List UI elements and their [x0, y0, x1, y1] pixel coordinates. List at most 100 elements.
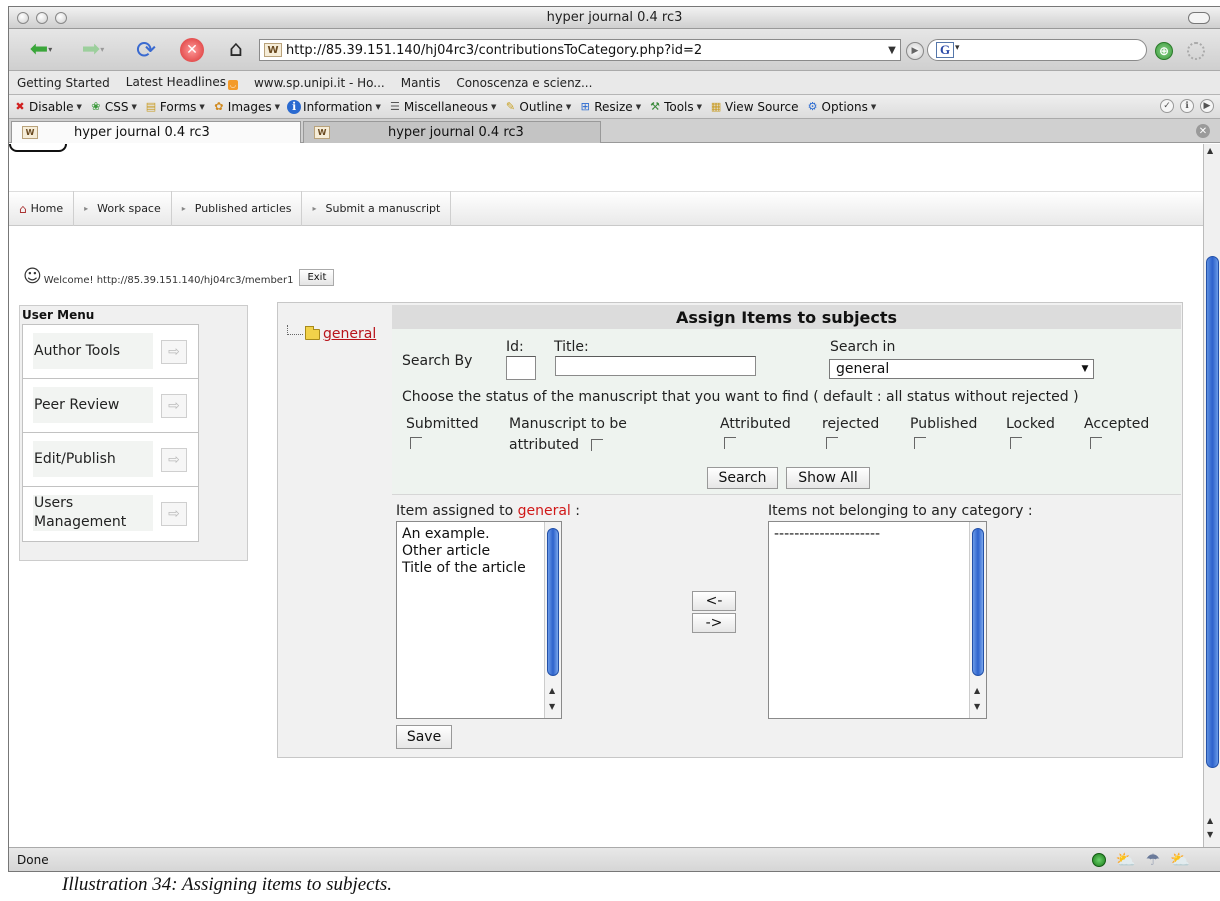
nav-home[interactable]: ⌂ Home [9, 191, 75, 226]
move-right-button[interactable]: -> [692, 613, 736, 633]
caret-icon: ▼ [274, 102, 281, 111]
devbar-tools-menu[interactable]: ⚒ Tools ▼ [648, 100, 702, 114]
scroll-up-icon[interactable]: ▲ [1207, 816, 1213, 825]
arrow-right-icon[interactable]: ⇨ [161, 340, 187, 364]
stop-button[interactable]: ✕ [175, 36, 209, 64]
title-label: Title: [554, 339, 589, 355]
menu-item-label: Users Management [33, 495, 153, 531]
search-in-select[interactable]: general ▼ [829, 359, 1094, 379]
devbar-information-menu[interactable]: ℹ Information ▼ [287, 99, 381, 114]
status-accepted-checkbox[interactable] [1090, 437, 1102, 449]
caret-icon: ▼ [870, 102, 877, 111]
status-attributed-checkbox[interactable] [724, 437, 736, 449]
search-go-button[interactable]: ⊕ [1155, 42, 1173, 60]
devbar-miscellaneous-menu[interactable]: ☰ Miscellaneous ▼ [388, 100, 496, 114]
title-input[interactable] [555, 356, 756, 376]
unassigned-items-label: Items not belonging to any category : [768, 503, 1033, 519]
scrollbar-thumb[interactable] [547, 528, 559, 676]
toolbar-toggle-button[interactable] [1188, 12, 1210, 24]
unassigned-items-list[interactable]: --------------------- ▲ ▼ [768, 521, 987, 719]
arrow-right-icon[interactable]: ⇨ [161, 448, 187, 472]
status-published-label: Published [910, 416, 978, 432]
move-left-button[interactable]: <- [692, 591, 736, 611]
user-menu-item-author-tools[interactable]: Author Tools ⇨ [23, 325, 198, 379]
devbar-css-menu[interactable]: ❀ CSS ▼ [89, 100, 137, 114]
go-button[interactable]: ▶ [906, 42, 924, 60]
search-button[interactable]: Search [707, 467, 778, 489]
welcome-text: Welcome! http://85.39.151.140/hj04rc3/me… [43, 275, 294, 286]
nav-submit-manuscript[interactable]: ▸ Submit a manuscript [302, 191, 452, 226]
status-submitted-checkbox[interactable] [410, 437, 422, 449]
devbar-view-source-menu[interactable]: ▦ View Source [709, 100, 799, 114]
url-bar[interactable]: W http://85.39.151.140/hj04rc3/contribut… [259, 39, 901, 61]
connection-status-icon[interactable] [1091, 853, 1106, 867]
arrow-right-icon[interactable]: ⇨ [161, 394, 187, 418]
list-item[interactable]: --------------------- [774, 526, 880, 542]
scroll-down-icon[interactable]: ▼ [1207, 830, 1213, 839]
user-menu-item-edit-publish[interactable]: Edit/Publish ⇨ [23, 433, 198, 487]
bookmark-sp-unipi[interactable]: www.sp.unipi.it - Ho... [254, 76, 385, 90]
weather-partly-cloudy-icon[interactable]: ⛅ [1116, 852, 1136, 868]
devbar-resize-menu[interactable]: ⊞ Resize ▼ [578, 100, 641, 114]
bookmark-getting-started[interactable]: Getting Started [17, 76, 110, 90]
page-scrollbar[interactable]: ▲ ▲ ▼ [1203, 144, 1220, 847]
tab-label: hyper journal 0.4 rc3 [74, 125, 210, 140]
devbar-label: View Source [725, 99, 799, 114]
back-button[interactable]: ⬅ ▾ [17, 36, 65, 64]
devbar-disable-menu[interactable]: ✖ Disable ▼ [13, 100, 82, 114]
assigned-label-prefix: Item assigned to [396, 503, 514, 519]
scroll-down-icon[interactable]: ▼ [549, 702, 555, 711]
list-item[interactable]: An example. [402, 526, 526, 543]
tree-node-general[interactable]: general [323, 326, 376, 342]
close-tab-icon[interactable]: ✕ [1196, 124, 1210, 138]
tab-hyper-journal-2[interactable]: W hyper journal 0.4 rc3 [303, 121, 601, 143]
devbar-options-menu[interactable]: ⚙ Options ▼ [806, 100, 877, 114]
devbar-forms-menu[interactable]: ▤ Forms ▼ [144, 100, 205, 114]
nav-work-space[interactable]: ▸ Work space [74, 191, 172, 226]
scrollbar-thumb[interactable] [972, 528, 984, 676]
scroll-down-icon[interactable]: ▼ [974, 702, 980, 711]
assigned-items-list[interactable]: An example. Other article Title of the a… [396, 521, 562, 719]
status-locked-checkbox[interactable] [1010, 437, 1022, 449]
assigned-list-scrollbar[interactable]: ▲ ▼ [544, 522, 561, 718]
bookmark-latest-headlines[interactable]: Latest Headlines ◡ [126, 75, 238, 90]
home-button[interactable]: ⌂ [219, 36, 253, 64]
forward-button[interactable]: ➡ ▾ [69, 36, 117, 64]
reload-button[interactable]: ⟳ [129, 36, 163, 64]
home-icon: ⌂ [19, 201, 27, 216]
save-button[interactable]: Save [396, 725, 452, 749]
user-menu-list: Author Tools ⇨ Peer Review ⇨ Edit/Publis… [22, 324, 199, 542]
devbar-images-menu[interactable]: ✿ Images ▼ [212, 100, 280, 114]
user-menu-item-peer-review[interactable]: Peer Review ⇨ [23, 379, 198, 433]
devbar-status-icons: ✓ ℹ ▶ [1160, 99, 1214, 113]
unassigned-list-scrollbar[interactable]: ▲ ▼ [969, 522, 986, 718]
nav-published-articles[interactable]: ▸ Published articles [172, 191, 303, 226]
scroll-up-icon[interactable]: ▲ [1207, 146, 1213, 155]
status-rejected-checkbox[interactable] [826, 437, 838, 449]
scroll-up-icon[interactable]: ▲ [974, 686, 980, 695]
tab-hyper-journal-1[interactable]: W hyper journal 0.4 rc3 [11, 121, 301, 143]
devbar-label: Tools [664, 99, 694, 114]
play-circle-icon[interactable]: ▶ [1200, 99, 1214, 113]
status-published-checkbox[interactable] [914, 437, 926, 449]
exit-button[interactable]: Exit [299, 269, 335, 286]
url-history-dropdown[interactable]: ▼ [884, 45, 900, 56]
info-circle-icon[interactable]: ℹ [1180, 99, 1194, 113]
user-menu-item-users-management[interactable]: Users Management ⇨ [23, 487, 198, 541]
scroll-up-icon[interactable]: ▲ [549, 686, 555, 695]
bookmark-mantis[interactable]: Mantis [401, 76, 441, 90]
validation-check-icon[interactable]: ✓ [1160, 99, 1174, 113]
page-scrollbar-thumb[interactable] [1206, 256, 1219, 768]
weather-rain-icon[interactable]: ☂ [1146, 852, 1160, 868]
id-input[interactable] [506, 356, 536, 380]
web-search-field[interactable]: G ▾ [927, 39, 1147, 61]
weather-sun-cloud-icon[interactable]: ⛅ [1170, 852, 1190, 868]
devbar-outline-menu[interactable]: ✎ Outline ▼ [503, 100, 571, 114]
status-manuscript-checkbox[interactable] [591, 439, 603, 451]
bookmark-conoscenza[interactable]: Conoscenza e scienz... [456, 76, 592, 90]
search-engine-icon[interactable]: G [936, 42, 954, 58]
list-item[interactable]: Title of the article [402, 560, 526, 577]
list-item[interactable]: Other article [402, 543, 526, 560]
show-all-button[interactable]: Show All [786, 467, 870, 489]
arrow-right-icon[interactable]: ⇨ [161, 502, 187, 526]
